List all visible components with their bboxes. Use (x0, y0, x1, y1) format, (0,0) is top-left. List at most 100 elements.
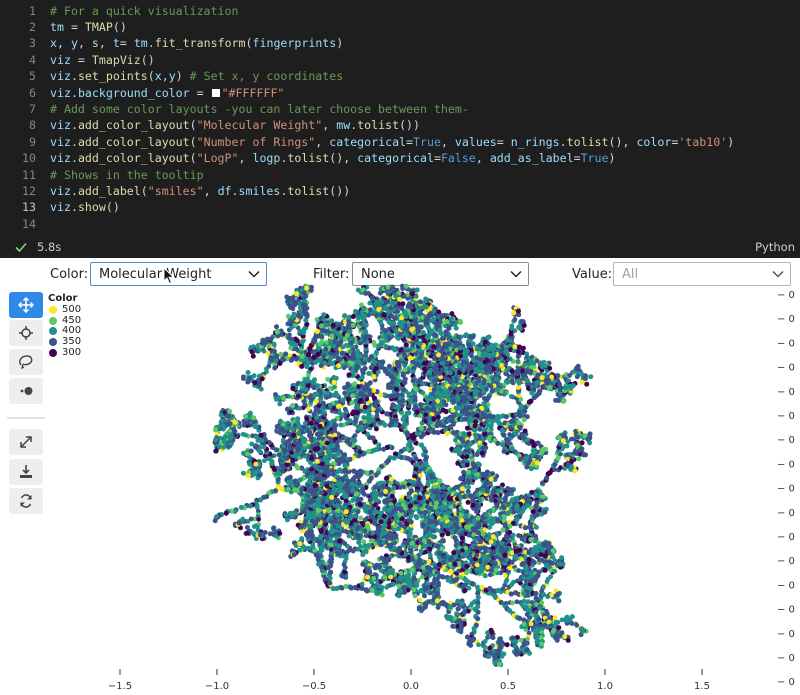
code-token: values (454, 134, 497, 149)
code-token: viz (50, 183, 71, 198)
code-line[interactable]: 4 viz = TmapViz() (0, 52, 800, 68)
code-text: # Shows in the tooltip (50, 167, 204, 183)
code-token: "Number of Rings" (196, 134, 316, 149)
code-token: TmapViz (91, 52, 141, 67)
line-number: 9 (29, 134, 36, 149)
data-point (367, 380, 373, 386)
code-token: set_points (77, 69, 148, 84)
data-point (328, 402, 333, 408)
code-line[interactable]: 1 # For a quick visualization (0, 3, 800, 19)
code-line[interactable]: 14 (0, 216, 800, 232)
data-point (256, 382, 262, 388)
data-point (435, 543, 441, 549)
data-point (301, 424, 307, 430)
data-point (388, 476, 394, 482)
data-point (296, 424, 302, 430)
data-point (351, 468, 357, 474)
code-token: # Add some color layouts -you can later … (50, 101, 469, 116)
code-line[interactable]: 10 viz.add_color_layout("LogP", logp.toli… (0, 150, 800, 166)
data-point (475, 515, 481, 521)
code-token: = (573, 151, 581, 166)
data-point (373, 403, 378, 409)
data-point (279, 463, 285, 469)
code-token: . (70, 151, 78, 166)
data-point (428, 514, 434, 520)
code-token: ) (336, 36, 344, 51)
code-line[interactable]: 8 viz.add_color_layout("Molecular Weight"… (0, 117, 800, 133)
data-point (374, 497, 379, 503)
data-point (522, 525, 529, 531)
code-text: viz.add_label("smiles", df.smiles.tolist… (50, 183, 350, 199)
line-number: 8 (29, 118, 36, 133)
code-line[interactable]: 13 viz.show() (0, 199, 800, 215)
code-line[interactable]: 3 x, y, s, t= tm.fit_transform(fingerprin… (0, 35, 800, 51)
code-line[interactable]: 12 viz.add_label("smiles", df.smiles.toli… (0, 183, 800, 199)
color-swatch-icon (211, 88, 220, 97)
data-point (335, 451, 341, 457)
code-token: = (119, 36, 134, 51)
data-point (505, 491, 511, 497)
data-point (240, 431, 246, 437)
line-number: 2 (29, 19, 36, 34)
code-token: tolist (357, 118, 400, 133)
data-point (308, 434, 314, 440)
data-point (443, 514, 449, 520)
code-token: fingerprints (252, 36, 337, 51)
data-point (244, 451, 250, 457)
data-point (300, 381, 306, 387)
code-line[interactable]: 2 tm = TMAP() (0, 19, 800, 35)
data-point (280, 437, 286, 443)
code-token: , (98, 36, 113, 51)
line-number: 4 (29, 52, 36, 67)
code-token: background_color (77, 85, 190, 100)
data-point (418, 425, 424, 431)
data-point (389, 493, 395, 499)
code-line[interactable]: 5 viz.set_points(x,y) # Set x, y coordina… (0, 68, 800, 84)
data-point (277, 401, 283, 407)
data-point (278, 427, 284, 433)
code-line[interactable]: 9 viz.add_color_layout("Number of Rings",… (0, 134, 800, 150)
data-point (478, 538, 483, 543)
code-token: viz (50, 52, 71, 67)
code-token: . (147, 36, 155, 51)
code-token: = (433, 151, 441, 166)
code-token: = (496, 134, 511, 149)
data-point (347, 441, 353, 447)
code-token: 'tab10' (678, 134, 728, 149)
code-token: , (322, 118, 337, 133)
code-cell[interactable]: 1 # For a quick visualization 2 tm = TMAP()… (0, 0, 800, 258)
code-token: tolist (566, 134, 609, 149)
code-line[interactable]: 11 # Shows in the tooltip (0, 167, 800, 183)
code-token: add_color_layout (77, 118, 190, 133)
code-token: . (70, 69, 78, 84)
code-token: show (77, 200, 106, 215)
code-line[interactable]: 6 viz.background_color = "#FFFFFF" (0, 85, 800, 101)
cell-language-label[interactable]: Python (755, 240, 795, 254)
code-text: # For a quick visualization (50, 3, 238, 19)
data-point (404, 430, 410, 436)
code-token: smiles (238, 183, 281, 198)
line-number: 13 (22, 200, 36, 215)
data-point (284, 455, 290, 461)
data-point (313, 398, 319, 404)
data-point (290, 385, 296, 391)
code-line[interactable]: 7 # Add some color layouts -you can later… (0, 101, 800, 117)
code-token: tolist (287, 183, 330, 198)
code-token: , (440, 134, 455, 149)
code-token: (), (608, 134, 637, 149)
data-point (277, 361, 283, 366)
data-point (380, 483, 386, 489)
cell-status-bar: 5.8s Python (0, 236, 800, 258)
code-token: True (413, 134, 441, 149)
scatter-plot[interactable]: −1.5 −1.0 −0.5 0.0 0.5 1.0 1.5 − 0− 0− 0− 0− 0… (0, 258, 800, 695)
code-token: () (140, 52, 155, 67)
data-point (375, 407, 381, 413)
data-point (246, 375, 252, 381)
code-token: n_rings (510, 134, 560, 149)
data-point (329, 443, 335, 449)
data-point (277, 418, 283, 424)
data-point (345, 396, 351, 402)
data-point (295, 419, 301, 425)
code-token: , (203, 183, 218, 198)
code-token: add_color_layout (77, 151, 190, 166)
